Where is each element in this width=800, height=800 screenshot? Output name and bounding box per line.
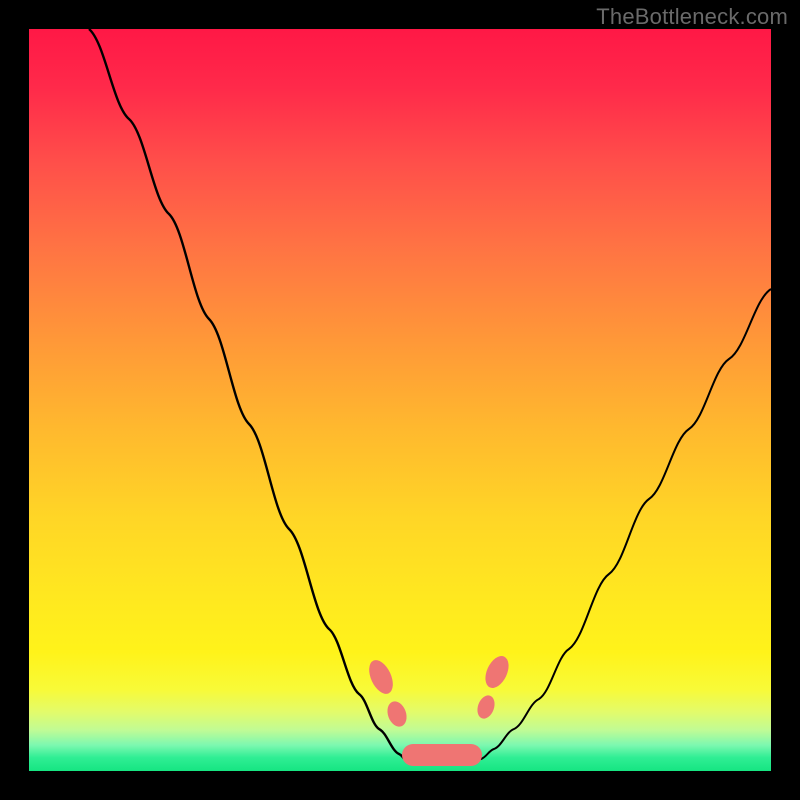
valley-marker-bar <box>402 744 482 766</box>
chart-svg <box>29 29 771 771</box>
chart-frame: TheBottleneck.com <box>0 0 800 800</box>
watermark-text: TheBottleneck.com <box>596 4 788 30</box>
curve-marker-right-mid <box>474 693 497 721</box>
curve-marker-left-mid <box>384 699 410 730</box>
curve-marker-left-high <box>364 656 397 697</box>
left-curve-line <box>89 29 407 761</box>
right-curve-line <box>474 289 771 761</box>
curve-marker-right-high <box>481 652 513 691</box>
curve-markers <box>364 652 513 729</box>
